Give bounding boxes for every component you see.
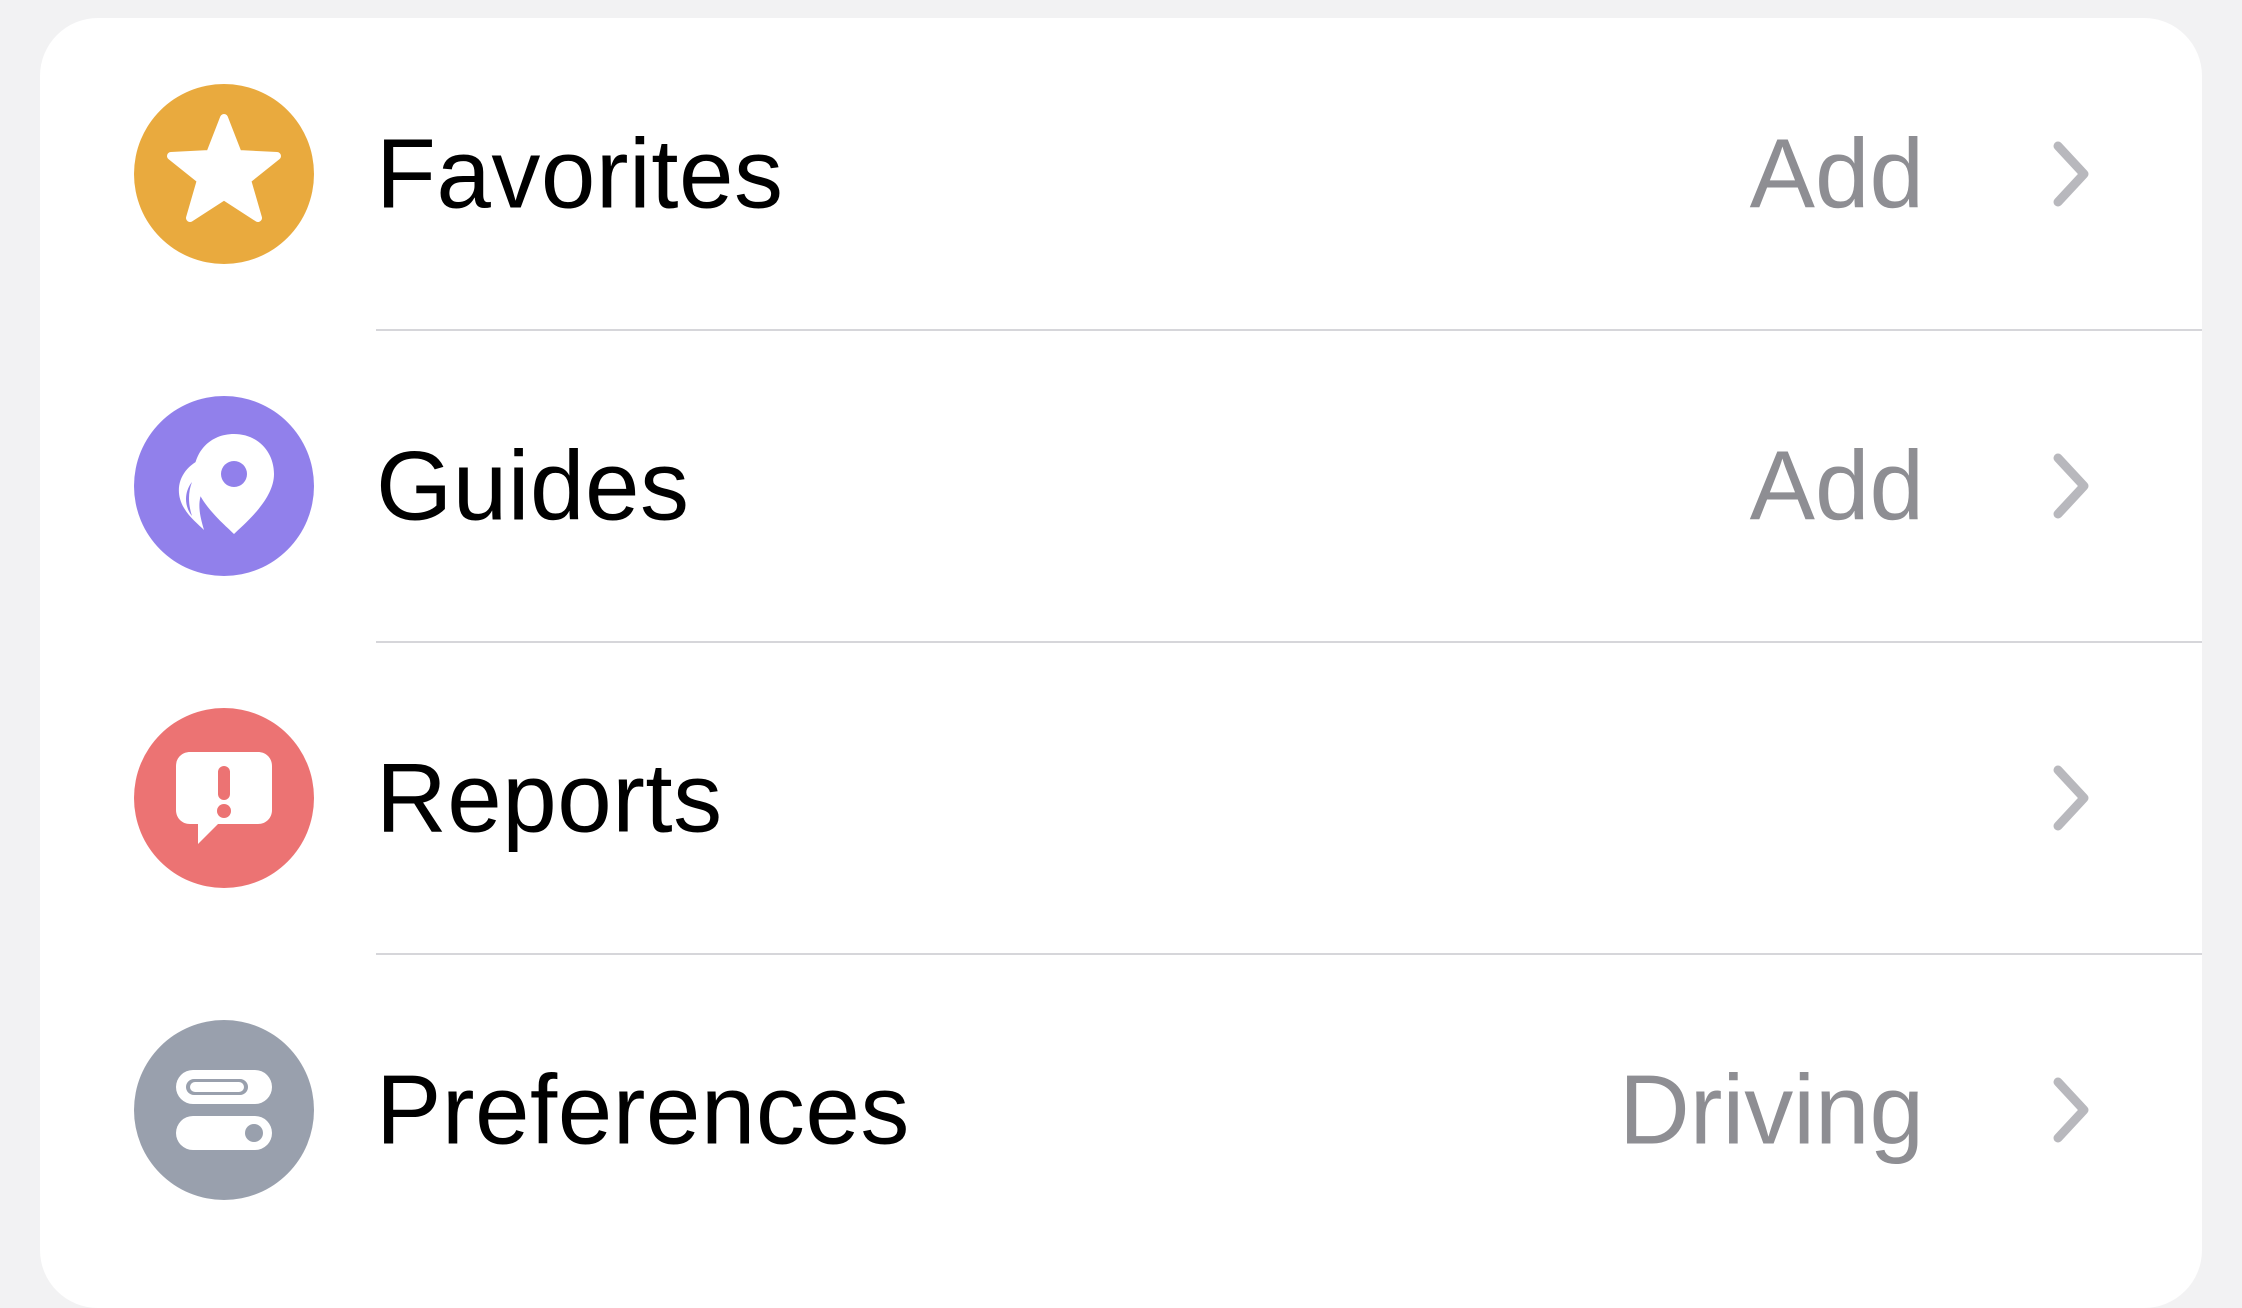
preferences-value: Driving	[1619, 1054, 1924, 1165]
chevron-right-icon	[2053, 141, 2089, 207]
chevron-right-icon	[2053, 453, 2089, 519]
chevron-right-icon	[2053, 765, 2089, 831]
reports-label: Reports	[376, 742, 723, 853]
preferences-label: Preferences	[376, 1054, 910, 1165]
guides-label: Guides	[376, 430, 690, 541]
toggles-icon	[134, 1020, 314, 1200]
guides-row[interactable]: Guides Add	[40, 330, 2202, 642]
settings-card: Favorites Add Guides Add Reports Prefere…	[40, 18, 2202, 1308]
favorites-label: Favorites	[376, 118, 784, 229]
favorites-row[interactable]: Favorites Add	[40, 18, 2202, 330]
chevron-right-icon	[2053, 1077, 2089, 1143]
star-icon	[134, 84, 314, 264]
reports-row[interactable]: Reports	[40, 642, 2202, 954]
guides-value: Add	[1749, 430, 1924, 541]
favorites-value: Add	[1749, 118, 1924, 229]
guides-pin-icon	[134, 396, 314, 576]
preferences-row[interactable]: Preferences Driving	[40, 954, 2202, 1266]
report-bubble-icon	[134, 708, 314, 888]
